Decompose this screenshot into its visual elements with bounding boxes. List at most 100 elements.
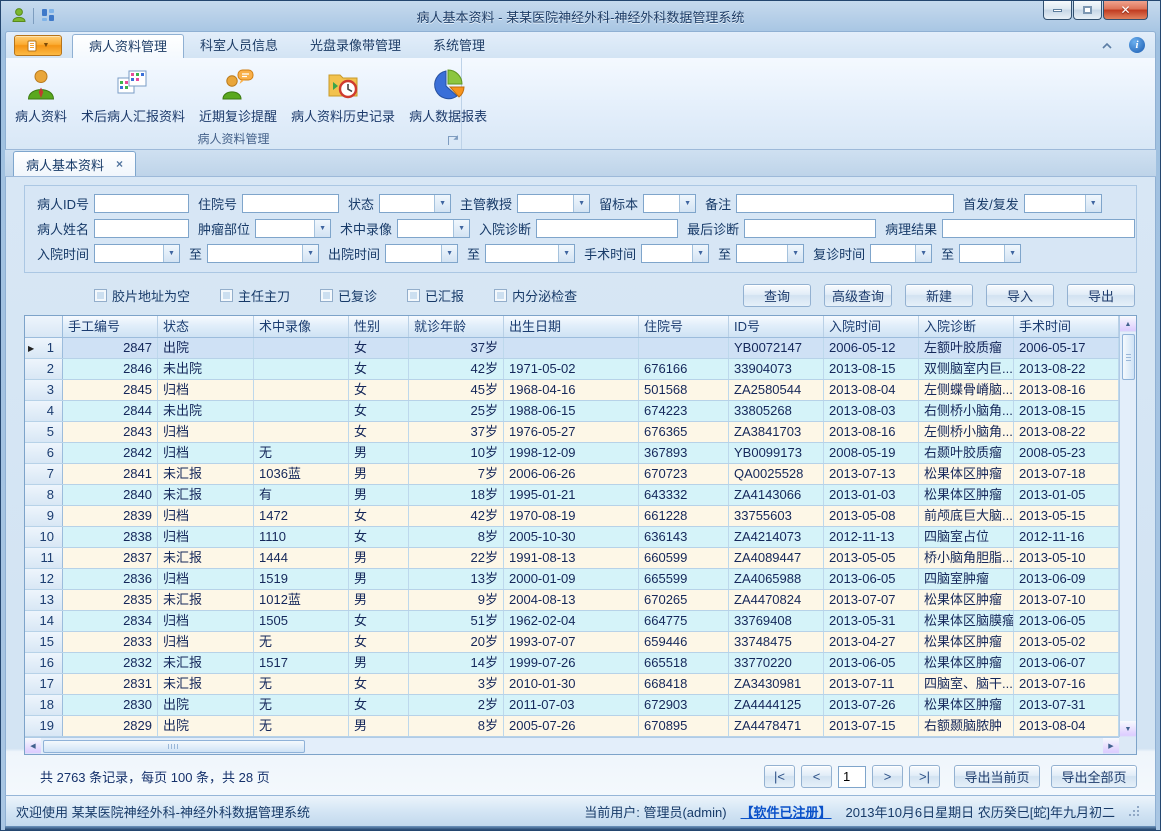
filter-combo[interactable]: ▼ — [736, 244, 804, 263]
table-row[interactable]: 52843归档女37岁1976-05-27676365ZA38417032013… — [25, 422, 1119, 443]
postop-report-button[interactable]: 术后病人汇报资料 — [74, 64, 192, 127]
column-header[interactable]: 入院诊断 — [919, 316, 1014, 337]
filter-input[interactable] — [744, 219, 876, 238]
checkbox-chief-surgeon[interactable]: 主任主刀 — [220, 286, 290, 305]
column-header[interactable]: 性别 — [349, 316, 409, 337]
column-header[interactable]: 手术时间 — [1014, 316, 1119, 337]
row-selector[interactable]: 15 — [25, 632, 63, 652]
pager-first-button[interactable]: |< — [764, 765, 795, 788]
table-row[interactable]: ▶12847出院女37岁YB00721472006-05-12左额叶胶质瘤200… — [25, 338, 1119, 359]
chevron-down-icon[interactable]: ▼ — [453, 220, 469, 237]
row-selector[interactable]: 14 — [25, 611, 63, 631]
table-row[interactable]: 72841未汇报1036蓝男7岁2006-06-26670723QA002552… — [25, 464, 1119, 485]
table-row[interactable]: 82840未汇报有男18岁1995-01-21643332ZA414306620… — [25, 485, 1119, 506]
table-row[interactable]: 162832未汇报1517男14岁1999-07-266655183377022… — [25, 653, 1119, 674]
pager-prev-button[interactable]: < — [801, 765, 832, 788]
row-selector[interactable]: 16 — [25, 653, 63, 673]
column-header[interactable]: 就诊年龄 — [409, 316, 504, 337]
table-row[interactable]: 172831未汇报无女3岁2010-01-30668418ZA343098120… — [25, 674, 1119, 695]
table-row[interactable]: 132835未汇报1012蓝男9岁2004-08-13670265ZA44708… — [25, 590, 1119, 611]
table-row[interactable]: 152833归档无女20岁1993-07-0765944633748475201… — [25, 632, 1119, 653]
export-current-page-button[interactable]: 导出当前页 — [954, 765, 1040, 788]
table-row[interactable]: 102838归档1110女8岁2005-10-30636143ZA4214073… — [25, 527, 1119, 548]
table-row[interactable]: 122836归档1519男13岁2000-01-09665599ZA406598… — [25, 569, 1119, 590]
vertical-scroll-thumb[interactable] — [1122, 334, 1135, 380]
chevron-down-icon[interactable]: ▼ — [915, 245, 931, 262]
filter-combo[interactable]: ▼ — [94, 244, 180, 263]
column-header[interactable]: 状态 — [158, 316, 254, 337]
search-button[interactable]: 查询 — [743, 284, 811, 307]
row-selector[interactable]: 10 — [25, 527, 63, 547]
scroll-right-icon[interactable]: ▶ — [1103, 738, 1119, 754]
page-number-input[interactable] — [838, 766, 866, 788]
horizontal-scroll-thumb[interactable] — [43, 740, 305, 753]
column-header[interactable]: ID号 — [729, 316, 824, 337]
chevron-down-icon[interactable]: ▼ — [679, 195, 695, 212]
filter-input[interactable] — [536, 219, 678, 238]
checkbox-revisited[interactable]: 已复诊 — [320, 286, 377, 305]
tab-disc-video-management[interactable]: 光盘录像带管理 — [294, 34, 417, 58]
filter-combo[interactable]: ▼ — [1024, 194, 1102, 213]
chevron-down-icon[interactable]: ▼ — [1004, 245, 1020, 262]
checkbox-endocrine-exam[interactable]: 内分泌检查 — [494, 286, 577, 305]
chevron-down-icon[interactable]: ▼ — [441, 245, 457, 262]
row-selector[interactable]: 5 — [25, 422, 63, 442]
column-header[interactable]: 出生日期 — [504, 316, 639, 337]
history-record-button[interactable]: 病人资料历史记录 — [284, 64, 402, 127]
pager-last-button[interactable]: >| — [909, 765, 940, 788]
column-header[interactable]: 手工编号 — [63, 316, 158, 337]
chevron-down-icon[interactable]: ▼ — [692, 245, 708, 262]
tab-department-staff[interactable]: 科室人员信息 — [184, 34, 294, 58]
row-selector[interactable]: 4 — [25, 401, 63, 421]
table-row[interactable]: 22846未出院女42岁1971-05-02676166339040732013… — [25, 359, 1119, 380]
filter-combo[interactable]: ▼ — [255, 219, 331, 238]
table-row[interactable]: 32845归档女45岁1968-04-16501568ZA25805442013… — [25, 380, 1119, 401]
vertical-scrollbar[interactable]: ▲ ▼ — [1119, 316, 1136, 737]
chevron-down-icon[interactable]: ▼ — [1085, 195, 1101, 212]
registered-link[interactable]: 【软件已注册】 — [741, 802, 832, 821]
table-row[interactable]: 182830出院无女2岁2011-07-03672903ZA4444125201… — [25, 695, 1119, 716]
row-selector[interactable]: 11 — [25, 548, 63, 568]
chevron-down-icon[interactable]: ▼ — [163, 245, 179, 262]
export-button[interactable]: 导出 — [1067, 284, 1135, 307]
filter-combo[interactable]: ▼ — [959, 244, 1021, 263]
filter-combo[interactable]: ▼ — [643, 194, 696, 213]
row-selector[interactable]: 12 — [25, 569, 63, 589]
filter-combo[interactable]: ▼ — [397, 219, 470, 238]
table-row[interactable]: 42844未出院女25岁1988-06-15674223338052682013… — [25, 401, 1119, 422]
minimize-button[interactable] — [1043, 1, 1072, 20]
patient-data-button[interactable]: 病人资料 — [8, 64, 74, 127]
checkbox-box-icon[interactable] — [94, 289, 107, 302]
dialog-launcher-icon[interactable] — [448, 136, 457, 145]
row-selector[interactable]: 9 — [25, 506, 63, 526]
scroll-up-icon[interactable]: ▲ — [1120, 316, 1136, 332]
filter-combo[interactable]: ▼ — [641, 244, 709, 263]
table-row[interactable]: 62842归档无男10岁1998-12-09367893YB0099173200… — [25, 443, 1119, 464]
row-selector[interactable]: 3 — [25, 380, 63, 400]
checkbox-box-icon[interactable] — [320, 289, 333, 302]
document-tab-patient-basic-data[interactable]: 病人基本资料 × — [13, 151, 136, 176]
row-selector[interactable]: 13 — [25, 590, 63, 610]
column-header[interactable]: 入院时间 — [824, 316, 919, 337]
tab-system-management[interactable]: 系统管理 — [417, 34, 501, 58]
row-selector[interactable]: 2 — [25, 359, 63, 379]
collapse-ribbon-icon[interactable] — [1101, 38, 1113, 53]
chevron-down-icon[interactable]: ▼ — [434, 195, 450, 212]
revisit-reminder-button[interactable]: 近期复诊提醒 — [192, 64, 284, 127]
filter-input[interactable] — [942, 219, 1135, 238]
tab-patient-data-management[interactable]: 病人资料管理 — [72, 34, 184, 58]
filter-input[interactable] — [94, 194, 189, 213]
row-selector[interactable]: 8 — [25, 485, 63, 505]
pager-next-button[interactable]: > — [872, 765, 903, 788]
row-selector[interactable]: 6 — [25, 443, 63, 463]
horizontal-scrollbar[interactable]: ◀ ▶ — [25, 737, 1119, 754]
app-logo-icon[interactable] — [11, 7, 27, 26]
export-all-pages-button[interactable]: 导出全部页 — [1051, 765, 1137, 788]
checkbox-reported[interactable]: 已汇报 — [407, 286, 464, 305]
table-row[interactable]: 142834归档1505女51岁1962-02-0466477533769408… — [25, 611, 1119, 632]
chevron-down-icon[interactable]: ▼ — [302, 245, 318, 262]
filter-input[interactable] — [736, 194, 954, 213]
row-selector[interactable]: ▶1 — [25, 338, 63, 358]
row-selector[interactable]: 7 — [25, 464, 63, 484]
filter-combo[interactable]: ▼ — [485, 244, 575, 263]
